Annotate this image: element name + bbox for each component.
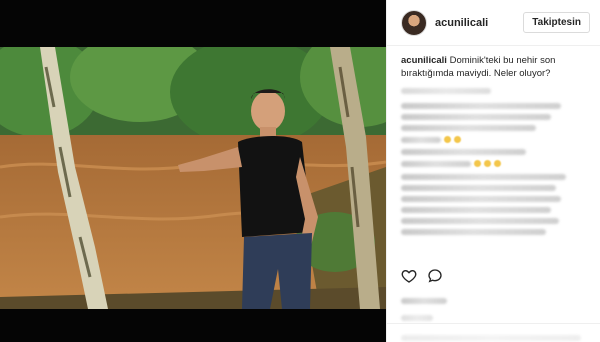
blurred-add-comment-field[interactable] <box>401 335 581 341</box>
avatar[interactable] <box>401 9 427 36</box>
blurred-comment <box>401 149 526 155</box>
caption-username[interactable]: acunilicali <box>401 55 447 66</box>
speech-bubble-outline-icon[interactable] <box>427 268 443 284</box>
blurred-comment <box>401 185 556 191</box>
heart-outline-icon[interactable] <box>401 268 417 284</box>
divider <box>387 323 600 324</box>
header-username[interactable]: acunilicali <box>435 17 523 29</box>
emoji-icon <box>494 160 501 167</box>
blurred-comment <box>401 114 551 120</box>
blurred-comment <box>401 160 586 167</box>
emoji-icon <box>484 160 491 167</box>
post-media <box>0 0 386 342</box>
instagram-post: acunilicali Takiptesin acunilicali Domin… <box>0 0 600 342</box>
post-photo[interactable] <box>0 47 386 309</box>
blurred-comment <box>401 125 536 131</box>
blurred-view-all-link[interactable] <box>401 88 491 94</box>
blurred-like-count[interactable] <box>401 298 447 304</box>
post-sidebar: acunilicali Takiptesin acunilicali Domin… <box>386 0 600 342</box>
post-actions <box>401 268 443 284</box>
blurred-comment <box>401 218 559 224</box>
blurred-timestamp <box>401 315 433 321</box>
emoji-icon <box>444 136 451 143</box>
blurred-comment <box>401 207 551 213</box>
river-jungle-photo <box>0 47 386 309</box>
following-button[interactable]: Takiptesin <box>523 12 590 33</box>
blurred-comment <box>401 229 546 235</box>
blurred-comment <box>401 174 566 180</box>
post-header: acunilicali Takiptesin <box>387 0 600 46</box>
emoji-icon <box>474 160 481 167</box>
post-caption: acunilicali Dominik'teki bu nehir son bı… <box>401 54 586 80</box>
blurred-comment <box>401 196 561 202</box>
blurred-comment <box>401 136 586 143</box>
blurred-comment <box>401 103 561 109</box>
comments-section: acunilicali Dominik'teki bu nehir son bı… <box>387 46 600 235</box>
emoji-icon <box>454 136 461 143</box>
